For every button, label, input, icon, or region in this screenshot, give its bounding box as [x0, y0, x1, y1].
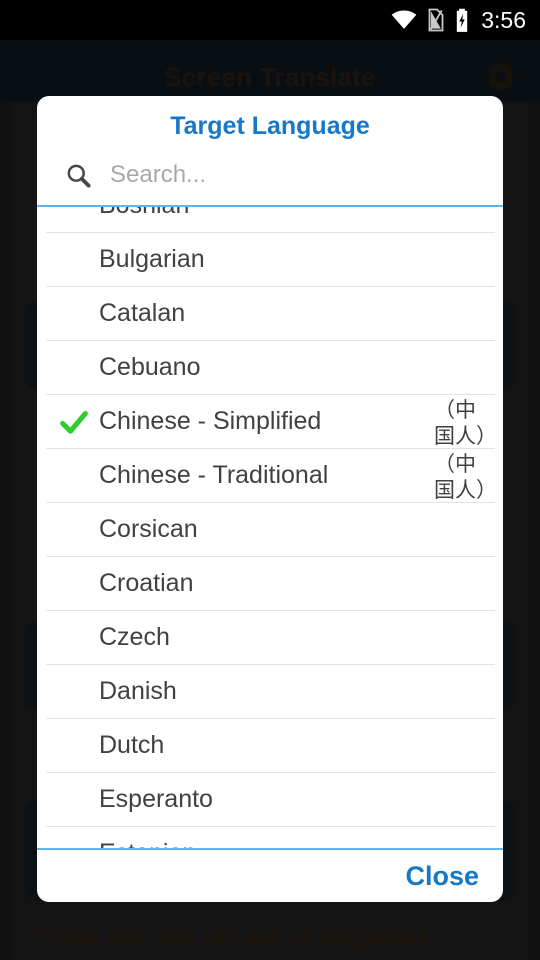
- language-name: Dutch: [99, 731, 165, 759]
- language-list-item[interactable]: Corsican: [46, 503, 495, 557]
- status-bar-clock: 3:56: [481, 6, 526, 33]
- target-language-dialog: Target Language Bosnian Bulgarian Catalan C…: [37, 96, 503, 902]
- close-button[interactable]: Close: [399, 857, 485, 896]
- language-name: Chinese - Traditional: [99, 461, 329, 489]
- dialog-footer: Close: [37, 850, 503, 902]
- search-input[interactable]: [110, 161, 479, 189]
- language-name: Cebuano: [99, 353, 201, 381]
- language-name: Czech: [99, 623, 170, 651]
- language-name: Estonian: [99, 839, 196, 848]
- check-icon: [57, 405, 91, 439]
- language-name: Catalan: [99, 299, 186, 327]
- language-name: Croatian: [99, 569, 194, 597]
- language-list-item[interactable]: Croatian: [46, 557, 495, 611]
- status-bar: 3:56: [0, 0, 540, 40]
- language-native-name: （中国人）: [434, 398, 497, 448]
- language-list-item[interactable]: Chinese - Traditional （中国人）: [46, 449, 497, 503]
- language-native-name: （中国人）: [434, 452, 497, 502]
- dialog-title: Target Language: [170, 112, 370, 140]
- language-list-item[interactable]: Estonian: [46, 827, 495, 848]
- search-row: [37, 145, 503, 205]
- language-list-item[interactable]: Dutch: [46, 719, 495, 773]
- language-list-item[interactable]: Cebuano: [46, 341, 495, 395]
- language-list-item[interactable]: Danish: [46, 665, 495, 719]
- battery-charging-icon: [454, 8, 470, 33]
- language-list-item[interactable]: Catalan: [46, 287, 495, 341]
- search-icon: [65, 162, 92, 189]
- sim-off-icon: [426, 8, 445, 32]
- language-name: Danish: [99, 677, 177, 705]
- language-list[interactable]: Bosnian Bulgarian Catalan Cebuano Chinese - …: [37, 207, 503, 848]
- language-name: Esperanto: [99, 785, 213, 813]
- language-name: Chinese - Simplified: [99, 407, 322, 435]
- wifi-icon: [391, 10, 417, 30]
- language-list-item[interactable]: Esperanto: [46, 773, 495, 827]
- phone-screen: Screen Translate Thank you, you can use …: [0, 0, 540, 960]
- language-list-item[interactable]: Chinese - Simplified （中国人）: [46, 395, 497, 449]
- language-list-item[interactable]: Bulgarian: [46, 233, 495, 287]
- language-list-item[interactable]: Czech: [46, 611, 495, 665]
- language-name: Bosnian: [99, 207, 189, 220]
- language-name: Corsican: [99, 515, 198, 543]
- language-name: Bulgarian: [99, 245, 205, 273]
- language-list-item[interactable]: Bosnian: [46, 207, 495, 233]
